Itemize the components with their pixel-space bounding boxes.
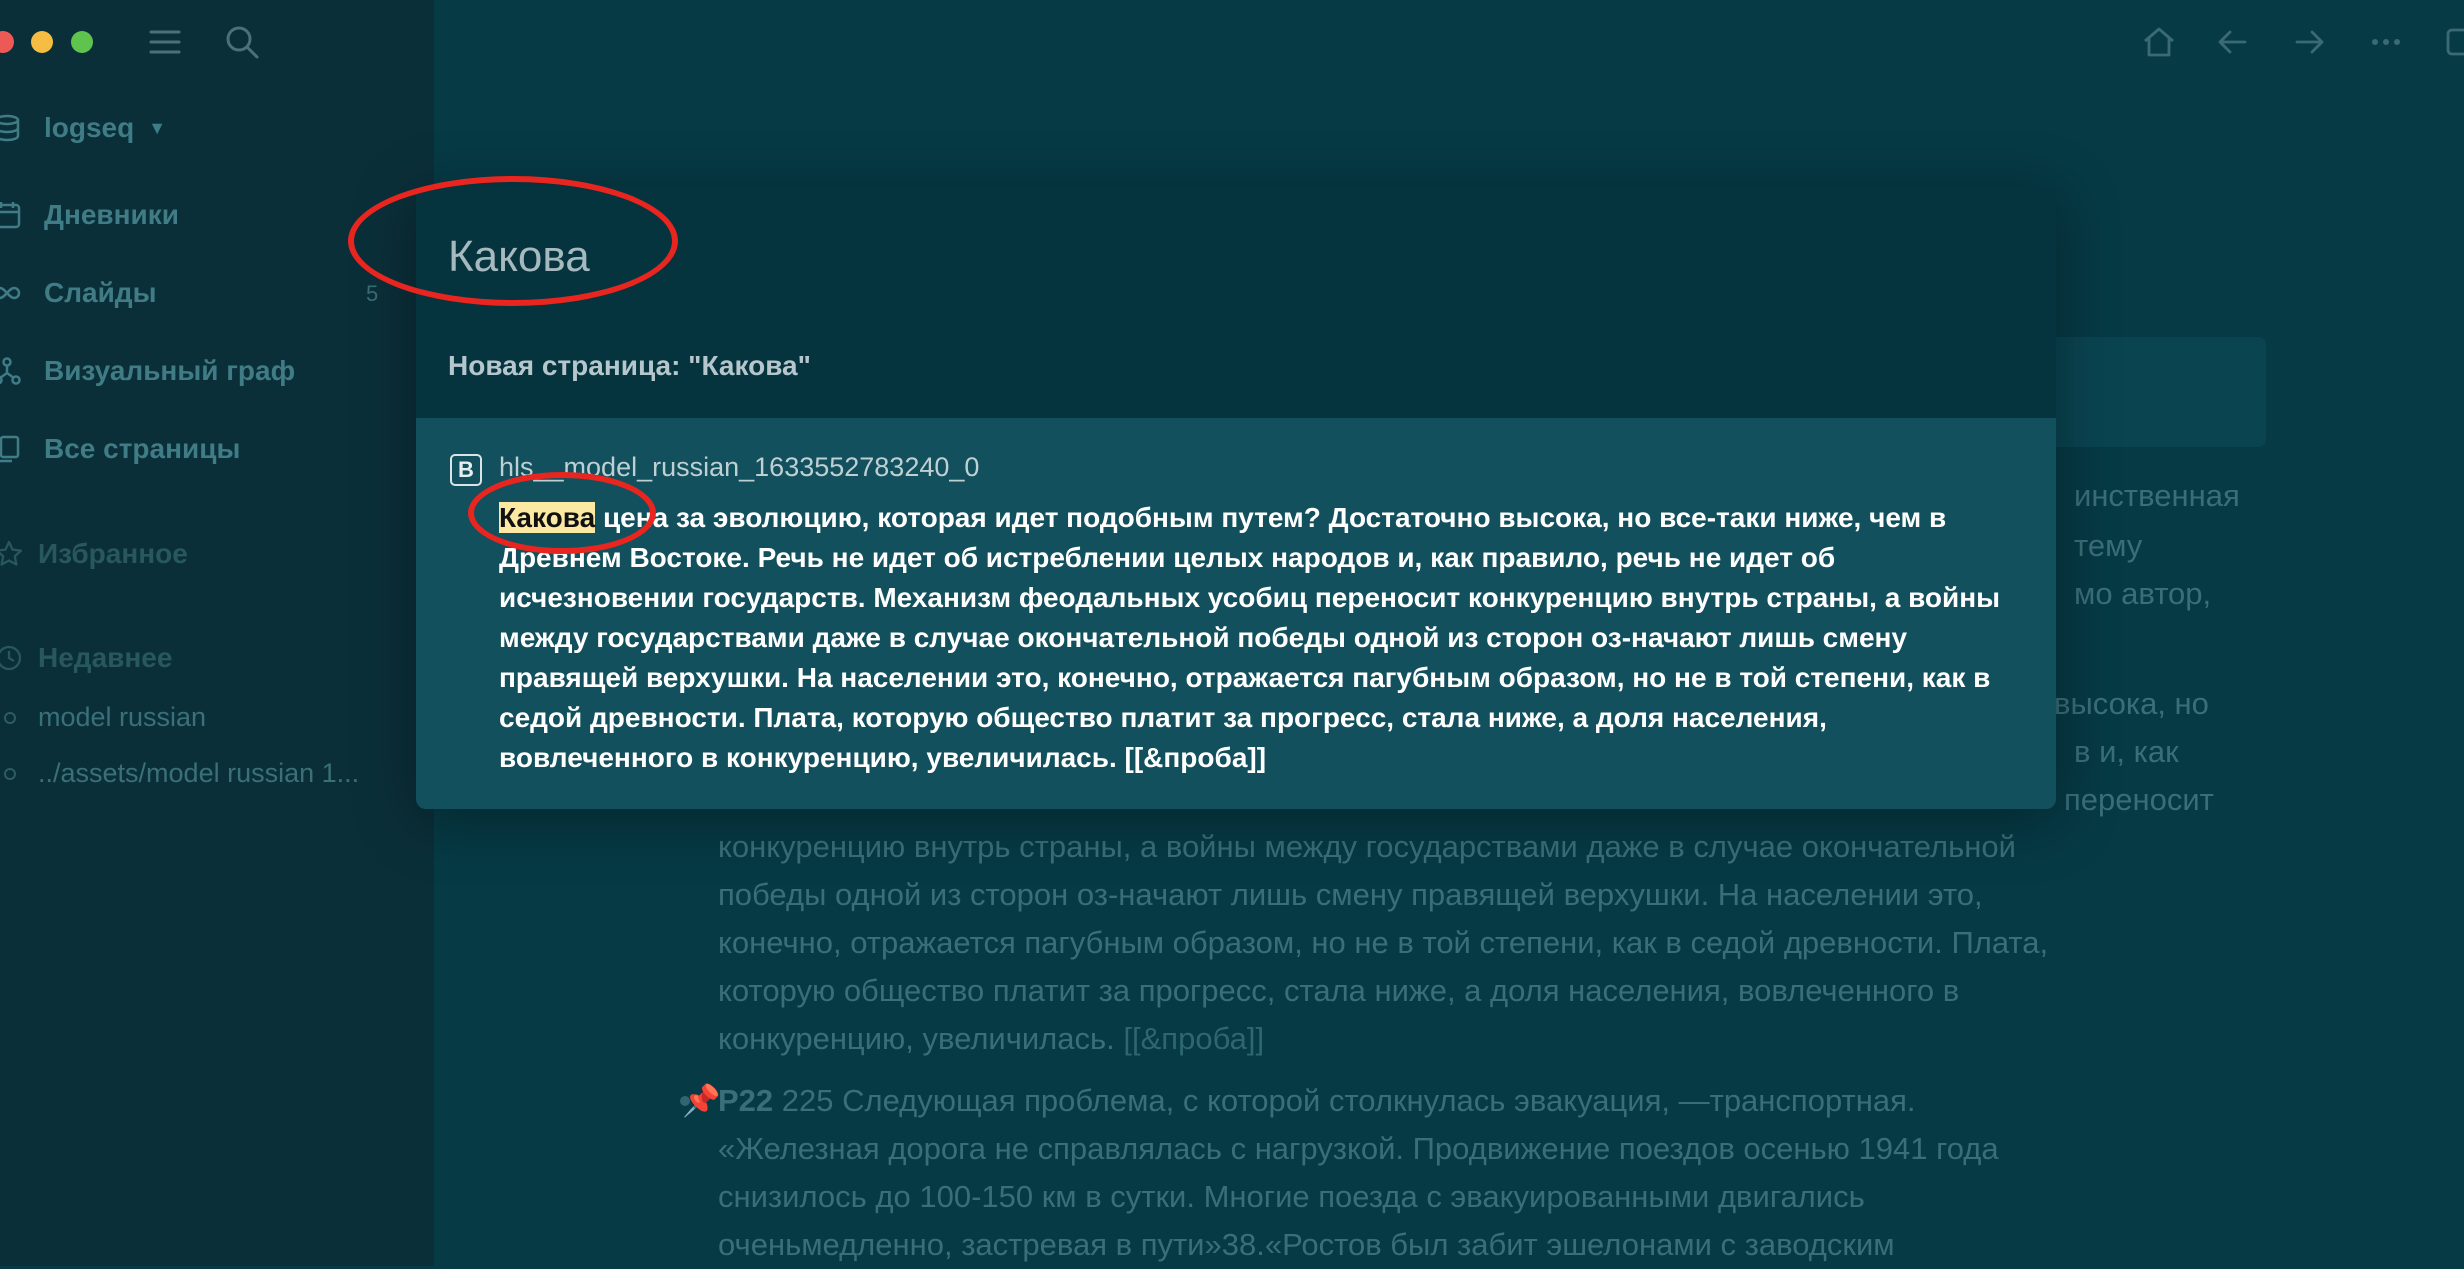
block-icon: B	[450, 454, 482, 486]
background-block-line: которую общество платит за прогресс, ста…	[718, 973, 1960, 1008]
background-text: мо автор,	[2074, 576, 2212, 611]
window-minimize-button[interactable]	[31, 31, 53, 53]
background-text: высока, но	[2054, 686, 2209, 721]
sidebar-item-journals[interactable]: Дневники	[0, 199, 179, 231]
background-block-line: конечно, отражается пагубным образом, но…	[718, 925, 2049, 960]
window-maximize-button[interactable]	[71, 31, 93, 53]
background-text: в и, как	[2074, 734, 2179, 769]
page-ref-link[interactable]: [[&проба]]	[1123, 1021, 1264, 1056]
recent-section-title[interactable]: Недавнее	[0, 642, 172, 674]
sidebar-item-graph-view[interactable]: Визуальный граф	[0, 355, 295, 387]
left-sidebar: logseq ▼ Дневники Слайды 5 Визуальный гр…	[0, 0, 434, 1266]
search-icon[interactable]	[222, 22, 262, 62]
bullet-icon	[4, 711, 16, 724]
new-page-option[interactable]: Новая страница: "Какова"	[448, 350, 811, 382]
arrow-left-icon[interactable]	[2213, 22, 2253, 62]
graph-name: logseq	[44, 112, 135, 143]
search-highlight: Какова	[499, 502, 596, 533]
background-block-line: победы одной из сторон оз-начают лишь см…	[718, 877, 1983, 912]
background-block-line: конкуренцию, увеличилась. [[&проба]]	[718, 1021, 1265, 1056]
graph-selector[interactable]: logseq ▼	[0, 112, 166, 144]
background-text: переносит	[2064, 782, 2214, 817]
star-icon	[0, 540, 23, 566]
background-block-line: оченьмедленно, застревая в пути»38.«Рост…	[718, 1227, 1895, 1262]
result-block-text: Какова цена за эволюцию, которая идет по…	[499, 502, 2001, 773]
search-modal: Новая страница: "Какова" B hls__model_ru…	[416, 186, 2056, 809]
sidebar-item-label: Все страницы	[44, 433, 241, 464]
recent-item[interactable]: model russian	[0, 702, 206, 733]
arrow-right-icon[interactable]	[2289, 22, 2329, 62]
background-text: инственная	[2074, 478, 2240, 513]
home-icon[interactable]	[2139, 22, 2179, 62]
more-icon[interactable]	[2366, 22, 2406, 62]
pin-icon: 📌	[682, 1083, 721, 1118]
bullet-icon	[4, 767, 16, 780]
search-input[interactable]	[448, 222, 2008, 292]
block-tag: P22	[718, 1083, 774, 1118]
recent-item[interactable]: ../assets/model russian 1...	[0, 758, 359, 789]
sidebar-item-label: Слайды	[44, 277, 157, 308]
sidebar-item-all-pages[interactable]: Все страницы	[0, 433, 240, 465]
graph-icon	[0, 357, 21, 385]
sidebar-toggle-icon[interactable]	[2442, 22, 2464, 62]
favorites-section-title[interactable]: Избранное	[0, 538, 188, 570]
clock-icon	[0, 645, 22, 671]
search-result-item[interactable]: B hls__model_russian_1633552783240_0 Как…	[416, 418, 2056, 809]
menu-icon[interactable]	[145, 22, 185, 62]
window-close-button[interactable]	[0, 31, 14, 53]
background-block-line: снизилось до 100-150 км в сутки. Многие …	[718, 1179, 1865, 1214]
whiteboard-count: 5	[366, 281, 379, 306]
background-block-line: «Железная дорога не справлялась с нагруз…	[718, 1131, 1999, 1166]
calendar-icon	[0, 202, 21, 229]
search-header: Новая страница: "Какова"	[416, 186, 2056, 418]
chevron-down-icon: ▼	[148, 117, 167, 138]
background-block-line: конкуренцию внутрь страны, а войны между…	[718, 829, 2016, 864]
pages-icon	[0, 435, 20, 463]
background-block-line: 📌P22 225 Следующая проблема, с которой с…	[682, 1077, 2218, 1125]
sidebar-item-label: Дневники	[44, 199, 179, 230]
infinity-icon	[0, 286, 21, 300]
background-text: тему	[2074, 528, 2143, 563]
database-icon	[0, 114, 20, 142]
sidebar-item-whiteboards[interactable]: Слайды	[0, 277, 156, 309]
sidebar-item-label: Визуальный граф	[44, 355, 296, 386]
result-page-name: hls__model_russian_1633552783240_0	[499, 452, 980, 482]
